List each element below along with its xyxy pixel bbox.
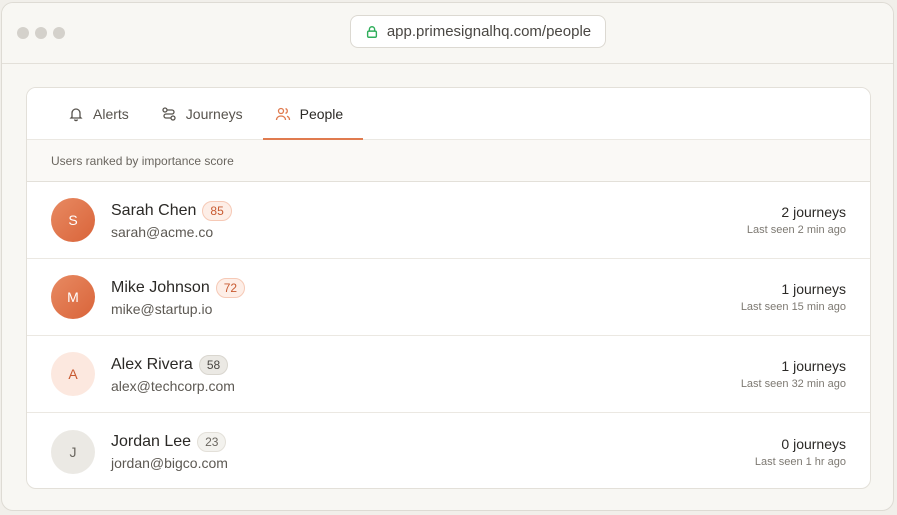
- route-icon: [162, 106, 176, 121]
- list-caption: Users ranked by importance score: [27, 140, 870, 182]
- users-icon: [275, 107, 290, 120]
- last-seen: Last seen 2 min ago: [746, 224, 846, 236]
- person-name: Jordan Lee: [111, 433, 192, 450]
- lock-icon: [366, 25, 377, 38]
- bell-icon: [69, 107, 83, 121]
- person-row[interactable]: J Jordan Lee 23 jordan@bigco.com 0 journ…: [27, 413, 870, 488]
- person-info: Sarah Chen 85 sarah@acme.co: [111, 200, 232, 240]
- person-row[interactable]: S Sarah Chen 85 sarah@acme.co 2 journeys…: [27, 182, 870, 259]
- name-line: Jordan Lee 23: [111, 432, 228, 452]
- people-list: S Sarah Chen 85 sarah@acme.co 2 journeys…: [27, 182, 870, 488]
- maximize-window-button[interactable]: [53, 27, 65, 39]
- tab-journeys[interactable]: Journeys: [149, 88, 263, 139]
- score-badge: 58: [198, 354, 229, 375]
- person-name: Sarah Chen: [111, 201, 197, 219]
- name-line: Sarah Chen 85: [111, 200, 232, 221]
- score-badge: 85: [202, 200, 232, 221]
- avatar-initial: J: [69, 443, 77, 460]
- person-email: jordan@bigco.com: [111, 455, 228, 471]
- avatar-initial: M: [67, 289, 79, 305]
- url-text: app.primesignalhq.com/people: [386, 23, 592, 40]
- journey-count: 0 journeys: [781, 435, 846, 452]
- people-panel: Alerts Journeys People Users ranked by i…: [26, 87, 871, 489]
- person-email: alex@techcorp.com: [111, 377, 235, 394]
- browser-titlebar: app.primesignalhq.com/people: [2, 3, 893, 64]
- window-controls: [17, 27, 65, 39]
- person-email: mike@startup.io: [111, 300, 213, 317]
- score-badge: 72: [215, 277, 246, 298]
- avatar: A: [51, 352, 95, 396]
- journey-count: 1 journeys: [781, 281, 846, 297]
- last-seen: Last seen 1 hr ago: [754, 455, 846, 468]
- person-activity: 1 journeys Last seen 32 min ago: [741, 358, 846, 390]
- avatar: S: [51, 198, 95, 242]
- name-line: Alex Rivera 58: [111, 354, 235, 375]
- person-activity: 1 journeys Last seen 15 min ago: [741, 281, 846, 313]
- tab-label: Alerts: [93, 105, 129, 122]
- person-info: Mike Johnson 72 mike@startup.io: [111, 277, 246, 317]
- person-info: Jordan Lee 23 jordan@bigco.com: [111, 432, 228, 471]
- tab-alerts[interactable]: Alerts: [56, 88, 149, 139]
- last-seen: Last seen 15 min ago: [740, 301, 846, 313]
- avatar: J: [51, 429, 95, 474]
- avatar-initial: A: [68, 366, 78, 382]
- person-row[interactable]: A Alex Rivera 58 alex@techcorp.com 1 jou…: [27, 336, 870, 413]
- address-bar[interactable]: app.primesignalhq.com/people: [350, 15, 606, 48]
- browser-window: app.primesignalhq.com/people Alerts Jour…: [1, 2, 894, 511]
- close-window-button[interactable]: [17, 27, 29, 39]
- person-activity: 0 journeys Last seen 1 hr ago: [755, 436, 846, 468]
- person-email: sarah@acme.co: [111, 223, 214, 240]
- tab-label: Journeys: [185, 105, 243, 122]
- name-line: Mike Johnson 72: [111, 277, 246, 298]
- tab-bar: Alerts Journeys People: [27, 88, 870, 140]
- person-info: Alex Rivera 58 alex@techcorp.com: [111, 354, 235, 394]
- tab-label: People: [299, 105, 344, 122]
- journey-count: 1 journeys: [781, 358, 846, 374]
- avatar-initial: S: [68, 212, 78, 228]
- person-name: Alex Rivera: [111, 355, 193, 373]
- tab-people[interactable]: People: [262, 88, 364, 140]
- avatar: M: [51, 275, 95, 319]
- person-activity: 2 journeys Last seen 2 min ago: [747, 204, 846, 236]
- score-badge: 23: [197, 432, 227, 452]
- last-seen: Last seen 32 min ago: [740, 378, 846, 390]
- minimize-window-button[interactable]: [35, 27, 47, 39]
- person-row[interactable]: M Mike Johnson 72 mike@startup.io 1 jour…: [27, 259, 870, 336]
- person-name: Mike Johnson: [111, 278, 210, 296]
- journey-count: 2 journeys: [781, 204, 846, 220]
